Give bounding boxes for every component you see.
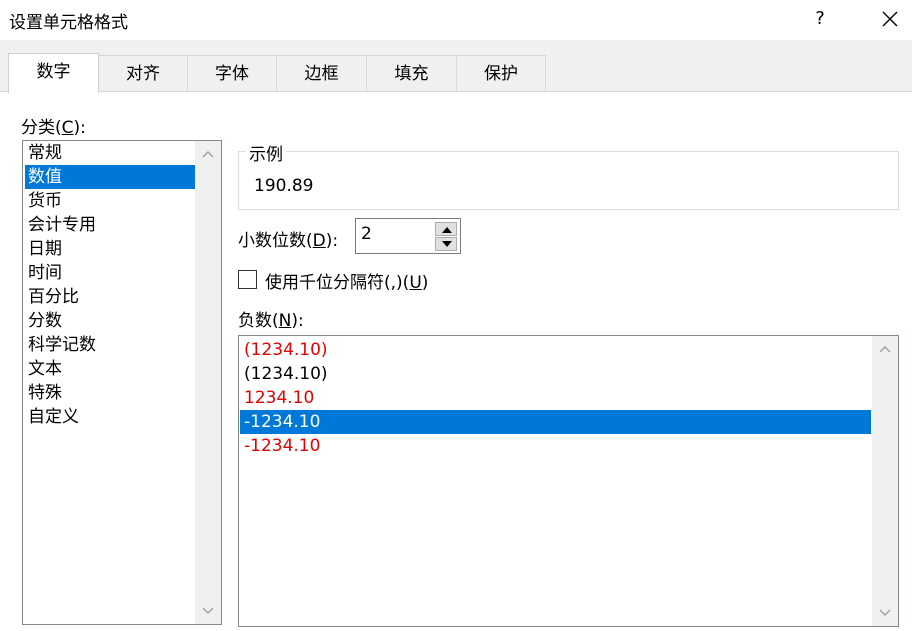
sample-group <box>238 151 899 210</box>
tab-border[interactable]: 边框 <box>276 55 367 93</box>
negative-format-parentheses[interactable]: (1234.10) <box>240 362 871 386</box>
category-item-scientific[interactable]: 科学记数 <box>25 333 195 357</box>
category-item-text[interactable]: 文本 <box>25 357 195 381</box>
decimal-places-value[interactable]: 2 <box>361 224 372 244</box>
category-item-general[interactable]: 常规 <box>25 141 195 165</box>
scroll-down-icon[interactable] <box>879 609 891 617</box>
close-button[interactable] <box>872 4 908 34</box>
sample-value: 190.89 <box>254 176 314 196</box>
tab-strip: 数字 对齐 字体 边框 填充 保护 <box>0 40 912 93</box>
close-icon <box>882 11 898 27</box>
decimal-places-label: 小数位数(D): <box>238 231 339 251</box>
category-item-time[interactable]: 时间 <box>25 261 195 285</box>
tab-number[interactable]: 数字 <box>8 53 99 93</box>
sample-legend: 示例 <box>246 140 286 165</box>
scroll-up-icon[interactable] <box>879 345 891 353</box>
category-item-special[interactable]: 特殊 <box>25 381 195 405</box>
title-bar: 设置单元格格式 ? <box>0 0 912 40</box>
dialog-title: 设置单元格格式 <box>9 13 128 33</box>
tab-fill[interactable]: 填充 <box>366 55 457 93</box>
tab-protection[interactable]: 保护 <box>456 55 546 93</box>
help-button[interactable]: ? <box>804 4 836 34</box>
negative-format-red-parentheses[interactable]: (1234.10) <box>240 338 871 362</box>
number-tab-panel: 分类(C): 常规 数值 货币 会计专用 日期 时间 百分比 分数 科学记数 文… <box>0 91 912 631</box>
thousands-separator-label[interactable]: 使用千位分隔符(,)(U) <box>265 268 428 293</box>
negative-format-minus[interactable]: -1234.10 <box>240 410 871 434</box>
category-item-percentage[interactable]: 百分比 <box>25 285 195 309</box>
increment-button[interactable] <box>435 222 457 236</box>
category-label: 分类(C): <box>21 118 86 138</box>
scroll-down-icon[interactable] <box>202 607 214 615</box>
thousands-separator-checkbox[interactable] <box>238 270 257 289</box>
negative-numbers-label: 负数(N): <box>238 311 304 331</box>
tab-alignment[interactable]: 对齐 <box>98 55 188 93</box>
category-item-accounting[interactable]: 会计专用 <box>25 213 195 237</box>
triangle-down-icon <box>442 241 452 247</box>
category-item-number[interactable]: 数值 <box>25 165 195 189</box>
category-item-currency[interactable]: 货币 <box>25 189 195 213</box>
negative-format-red[interactable]: 1234.10 <box>240 386 871 410</box>
scroll-up-icon[interactable] <box>202 150 214 158</box>
negative-number-items: (1234.10) (1234.10) 1234.10 -1234.10 -12… <box>240 338 871 458</box>
decrement-button[interactable] <box>435 237 457 251</box>
negative-numbers-list[interactable]: (1234.10) (1234.10) 1234.10 -1234.10 -12… <box>238 335 899 627</box>
category-list[interactable]: 常规 数值 货币 会计专用 日期 时间 百分比 分数 科学记数 文本 特殊 自定… <box>22 140 222 625</box>
decimal-places-stepper[interactable]: 2 <box>355 218 461 254</box>
category-item-fraction[interactable]: 分数 <box>25 309 195 333</box>
tab-font[interactable]: 字体 <box>187 55 277 93</box>
negative-list-scrollbar[interactable] <box>872 336 898 626</box>
negative-format-red-minus[interactable]: -1234.10 <box>240 434 871 458</box>
triangle-up-icon <box>442 227 452 233</box>
category-items: 常规 数值 货币 会计专用 日期 时间 百分比 分数 科学记数 文本 特殊 自定… <box>25 141 195 429</box>
category-scrollbar[interactable] <box>195 141 221 624</box>
category-item-custom[interactable]: 自定义 <box>25 405 195 429</box>
category-item-date[interactable]: 日期 <box>25 237 195 261</box>
